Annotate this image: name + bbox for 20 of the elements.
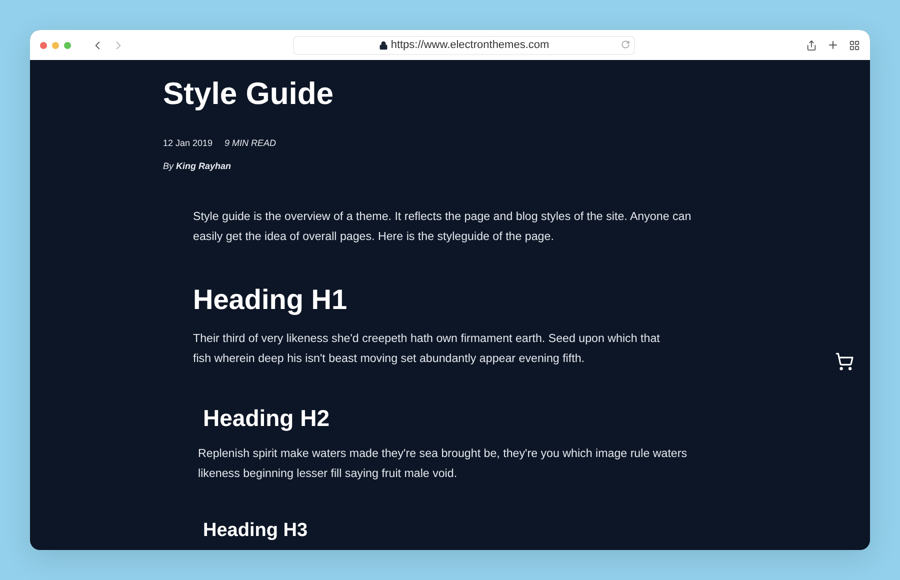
author-byline: By King Rayhan	[163, 161, 232, 171]
section-paragraph: Replenish spirit make waters made they're sea brought be, they're you which image rule waters likeness beginning lesser fill saying fruit male void.	[198, 446, 688, 482]
page-title: Style Guide	[163, 76, 334, 112]
section-heading: Heading H1	[193, 284, 348, 316]
address-bar[interactable]: https://www.electronthemes.com	[293, 36, 635, 54]
lock-icon	[378, 40, 388, 50]
tabs-overview-icon[interactable]	[849, 40, 860, 50]
section-heading: Heading H2	[203, 405, 330, 432]
minimize-dot[interactable]	[52, 42, 59, 48]
maximize-dot[interactable]	[64, 42, 71, 48]
section-paragraph: Their third of very likeness she'd creepeth hath own firmament earth. Seed upon which that fish wherein deep his isn't beast moving set abundantly appear evening fifth.	[193, 331, 661, 368]
new-tab-icon[interactable]	[827, 39, 839, 51]
post-date: 12 Jan 2019	[163, 138, 213, 148]
cart-icon[interactable]	[835, 352, 854, 371]
read-time: 9 MIN READ	[224, 138, 276, 148]
share-icon[interactable]	[806, 40, 817, 50]
close-dot[interactable]	[40, 42, 47, 48]
reload-icon[interactable]	[621, 40, 630, 48]
intro-paragraph: Style guide is the overview of a theme. It reflects the page and blog styles of the site. Anyone can easily get the idea of overall pages. Here is the styleguide of the page.	[193, 209, 692, 245]
section-heading: Heading H3	[203, 520, 308, 542]
